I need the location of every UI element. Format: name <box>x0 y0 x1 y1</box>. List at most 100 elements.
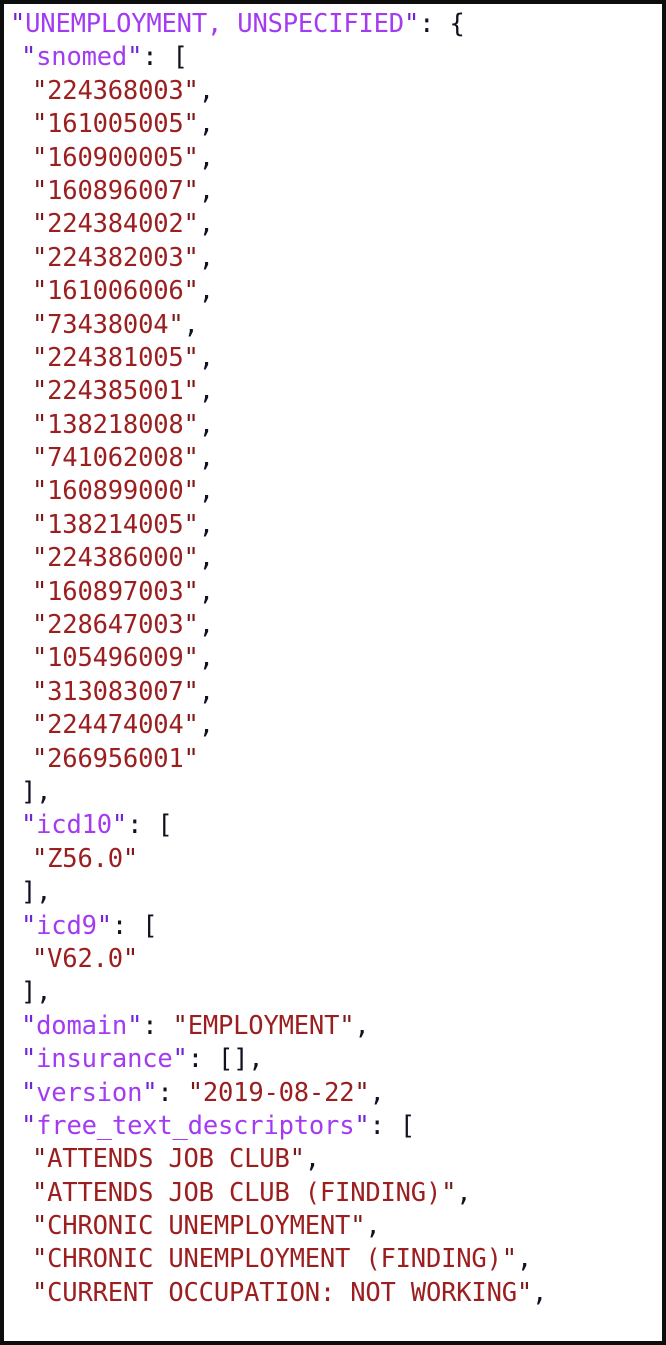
json-string-value: CHRONIC UNEMPLOYMENT (FINDING) <box>47 1244 502 1275</box>
item-comma: , <box>198 676 214 707</box>
item-comma: , <box>198 342 214 373</box>
item-comma: , <box>516 1244 533 1275</box>
key-colon: : <box>419 9 450 39</box>
json-string-value: 224381005 <box>47 342 184 373</box>
item-comma: , <box>198 209 214 240</box>
close-bracket-comma: ], <box>21 776 52 807</box>
key-quote-open: " <box>21 42 37 73</box>
item-comma: , <box>198 175 214 206</box>
key-colon: : <box>127 810 158 841</box>
json-line-free-text-item: "CURRENT OCCUPATION: NOT WORKING", <box>4 1277 662 1310</box>
json-string-value: 224386000 <box>47 543 184 574</box>
string-quote-close: " <box>183 409 199 440</box>
string-quote-close: " <box>183 643 199 674</box>
string-quote-close: " <box>183 610 199 641</box>
json-string-value: 228647003 <box>47 610 184 641</box>
json-line-snomed-item: "160899000", <box>4 475 662 508</box>
string-quote-close: " <box>183 576 199 607</box>
item-comma: , <box>198 576 214 607</box>
key-quote-close: " <box>96 910 112 941</box>
string-quote-close: " <box>354 1077 370 1108</box>
string-quote-open: " <box>32 943 48 974</box>
json-key: UNEMPLOYMENT, UNSPECIFIED <box>25 9 404 39</box>
json-line-snomed-item: "224385001", <box>4 375 662 408</box>
open-bracket: [ <box>142 910 158 941</box>
string-quote-open: " <box>32 509 48 540</box>
string-quote-close: " <box>183 276 199 307</box>
item-comma: , <box>304 1144 320 1175</box>
json-line-key-free-text-descriptors: "free_text_descriptors": [ <box>4 1110 662 1143</box>
string-quote-close: " <box>183 676 199 707</box>
key-quote-open: " <box>21 1044 37 1075</box>
close-bracket-comma: ], <box>21 977 52 1008</box>
string-quote-close: " <box>350 1211 366 1242</box>
json-line-insurance: "insurance": [], <box>4 1043 662 1076</box>
string-quote-close: " <box>168 309 184 340</box>
json-string-value: 2019-08-22 <box>202 1077 355 1108</box>
json-line-snomed-item: "105496009", <box>4 642 662 675</box>
close-bracket-comma: ], <box>21 877 52 908</box>
item-comma: , <box>354 1010 370 1041</box>
string-quote-close: " <box>183 443 199 474</box>
json-string-value: CHRONIC UNEMPLOYMENT <box>47 1211 351 1242</box>
json-line-snomed-item: "224381005", <box>4 342 662 375</box>
json-line-snomed-item: "224474004", <box>4 709 662 742</box>
string-quote-open: " <box>32 643 48 674</box>
json-string-value: 741062008 <box>47 443 184 474</box>
string-quote-open: " <box>32 676 48 707</box>
item-comma: , <box>532 1277 548 1308</box>
item-comma: , <box>198 710 214 741</box>
item-comma: , <box>369 1077 385 1108</box>
json-line-close-icd9: ], <box>4 976 662 1009</box>
json-line-free-text-item: "ATTENDS JOB CLUB", <box>4 1143 662 1176</box>
json-line-snomed-item: "741062008", <box>4 442 662 475</box>
json-line-snomed-item: "266956001" <box>4 743 662 776</box>
json-line-domain: "domain": "EMPLOYMENT", <box>4 1010 662 1043</box>
string-quote-open: " <box>187 1077 203 1108</box>
json-string-value: 224368003 <box>47 75 184 106</box>
string-quote-open: " <box>32 409 48 440</box>
string-quote-close: " <box>183 209 199 240</box>
json-string-value: 160899000 <box>47 476 184 507</box>
string-quote-close: " <box>183 509 199 540</box>
item-comma: , <box>198 509 214 540</box>
key-colon: : <box>142 42 173 73</box>
json-code-listing[interactable]: "UNEMPLOYMENT, UNSPECIFIED": {"snomed": … <box>4 8 662 1310</box>
open-bracket: [ <box>399 1110 415 1141</box>
string-quote-close: " <box>122 943 139 974</box>
json-line-snomed-item: "224386000", <box>4 542 662 575</box>
string-quote-close: " <box>183 376 199 407</box>
string-quote-open: " <box>32 109 48 140</box>
json-line-snomed-item: "160896007", <box>4 175 662 208</box>
string-quote-open: " <box>32 209 48 240</box>
key-colon: : <box>111 910 143 941</box>
json-line-snomed-item: "224384002", <box>4 208 662 241</box>
json-line-snomed-item: "160900005", <box>4 142 662 175</box>
json-string-value: 266956001 <box>47 743 184 774</box>
open-bracket: [ <box>157 810 173 841</box>
json-key: snomed <box>36 42 128 73</box>
item-comma: , <box>198 242 214 273</box>
open-bracket: [ <box>172 42 188 73</box>
json-string-value: CURRENT OCCUPATION: NOT WORKING <box>47 1277 517 1308</box>
item-comma: , <box>198 610 214 641</box>
json-line-root-key: "UNEMPLOYMENT, UNSPECIFIED": { <box>4 8 662 41</box>
item-comma: , <box>198 543 214 574</box>
key-quote-open: " <box>21 1077 37 1108</box>
json-string-value: 224384002 <box>47 209 184 240</box>
json-line-snomed-item: "161006006", <box>4 275 662 308</box>
key-colon: : <box>157 1077 188 1108</box>
string-quote-open: " <box>32 476 48 507</box>
string-quote-open: " <box>32 142 48 173</box>
string-quote-open: " <box>32 576 48 607</box>
string-quote-close: " <box>183 543 199 574</box>
json-line-snomed-item: "224382003", <box>4 242 662 275</box>
json-line-free-text-item: "CHRONIC UNEMPLOYMENT", <box>4 1210 662 1243</box>
string-quote-open: " <box>32 1177 48 1208</box>
item-comma: , <box>198 476 214 507</box>
json-line-snomed-item: "73438004", <box>4 309 662 342</box>
json-string-value: 138218008 <box>47 409 184 440</box>
json-string-value: Z56.0 <box>47 843 123 874</box>
item-comma: , <box>198 376 214 407</box>
item-comma: , <box>365 1211 381 1242</box>
